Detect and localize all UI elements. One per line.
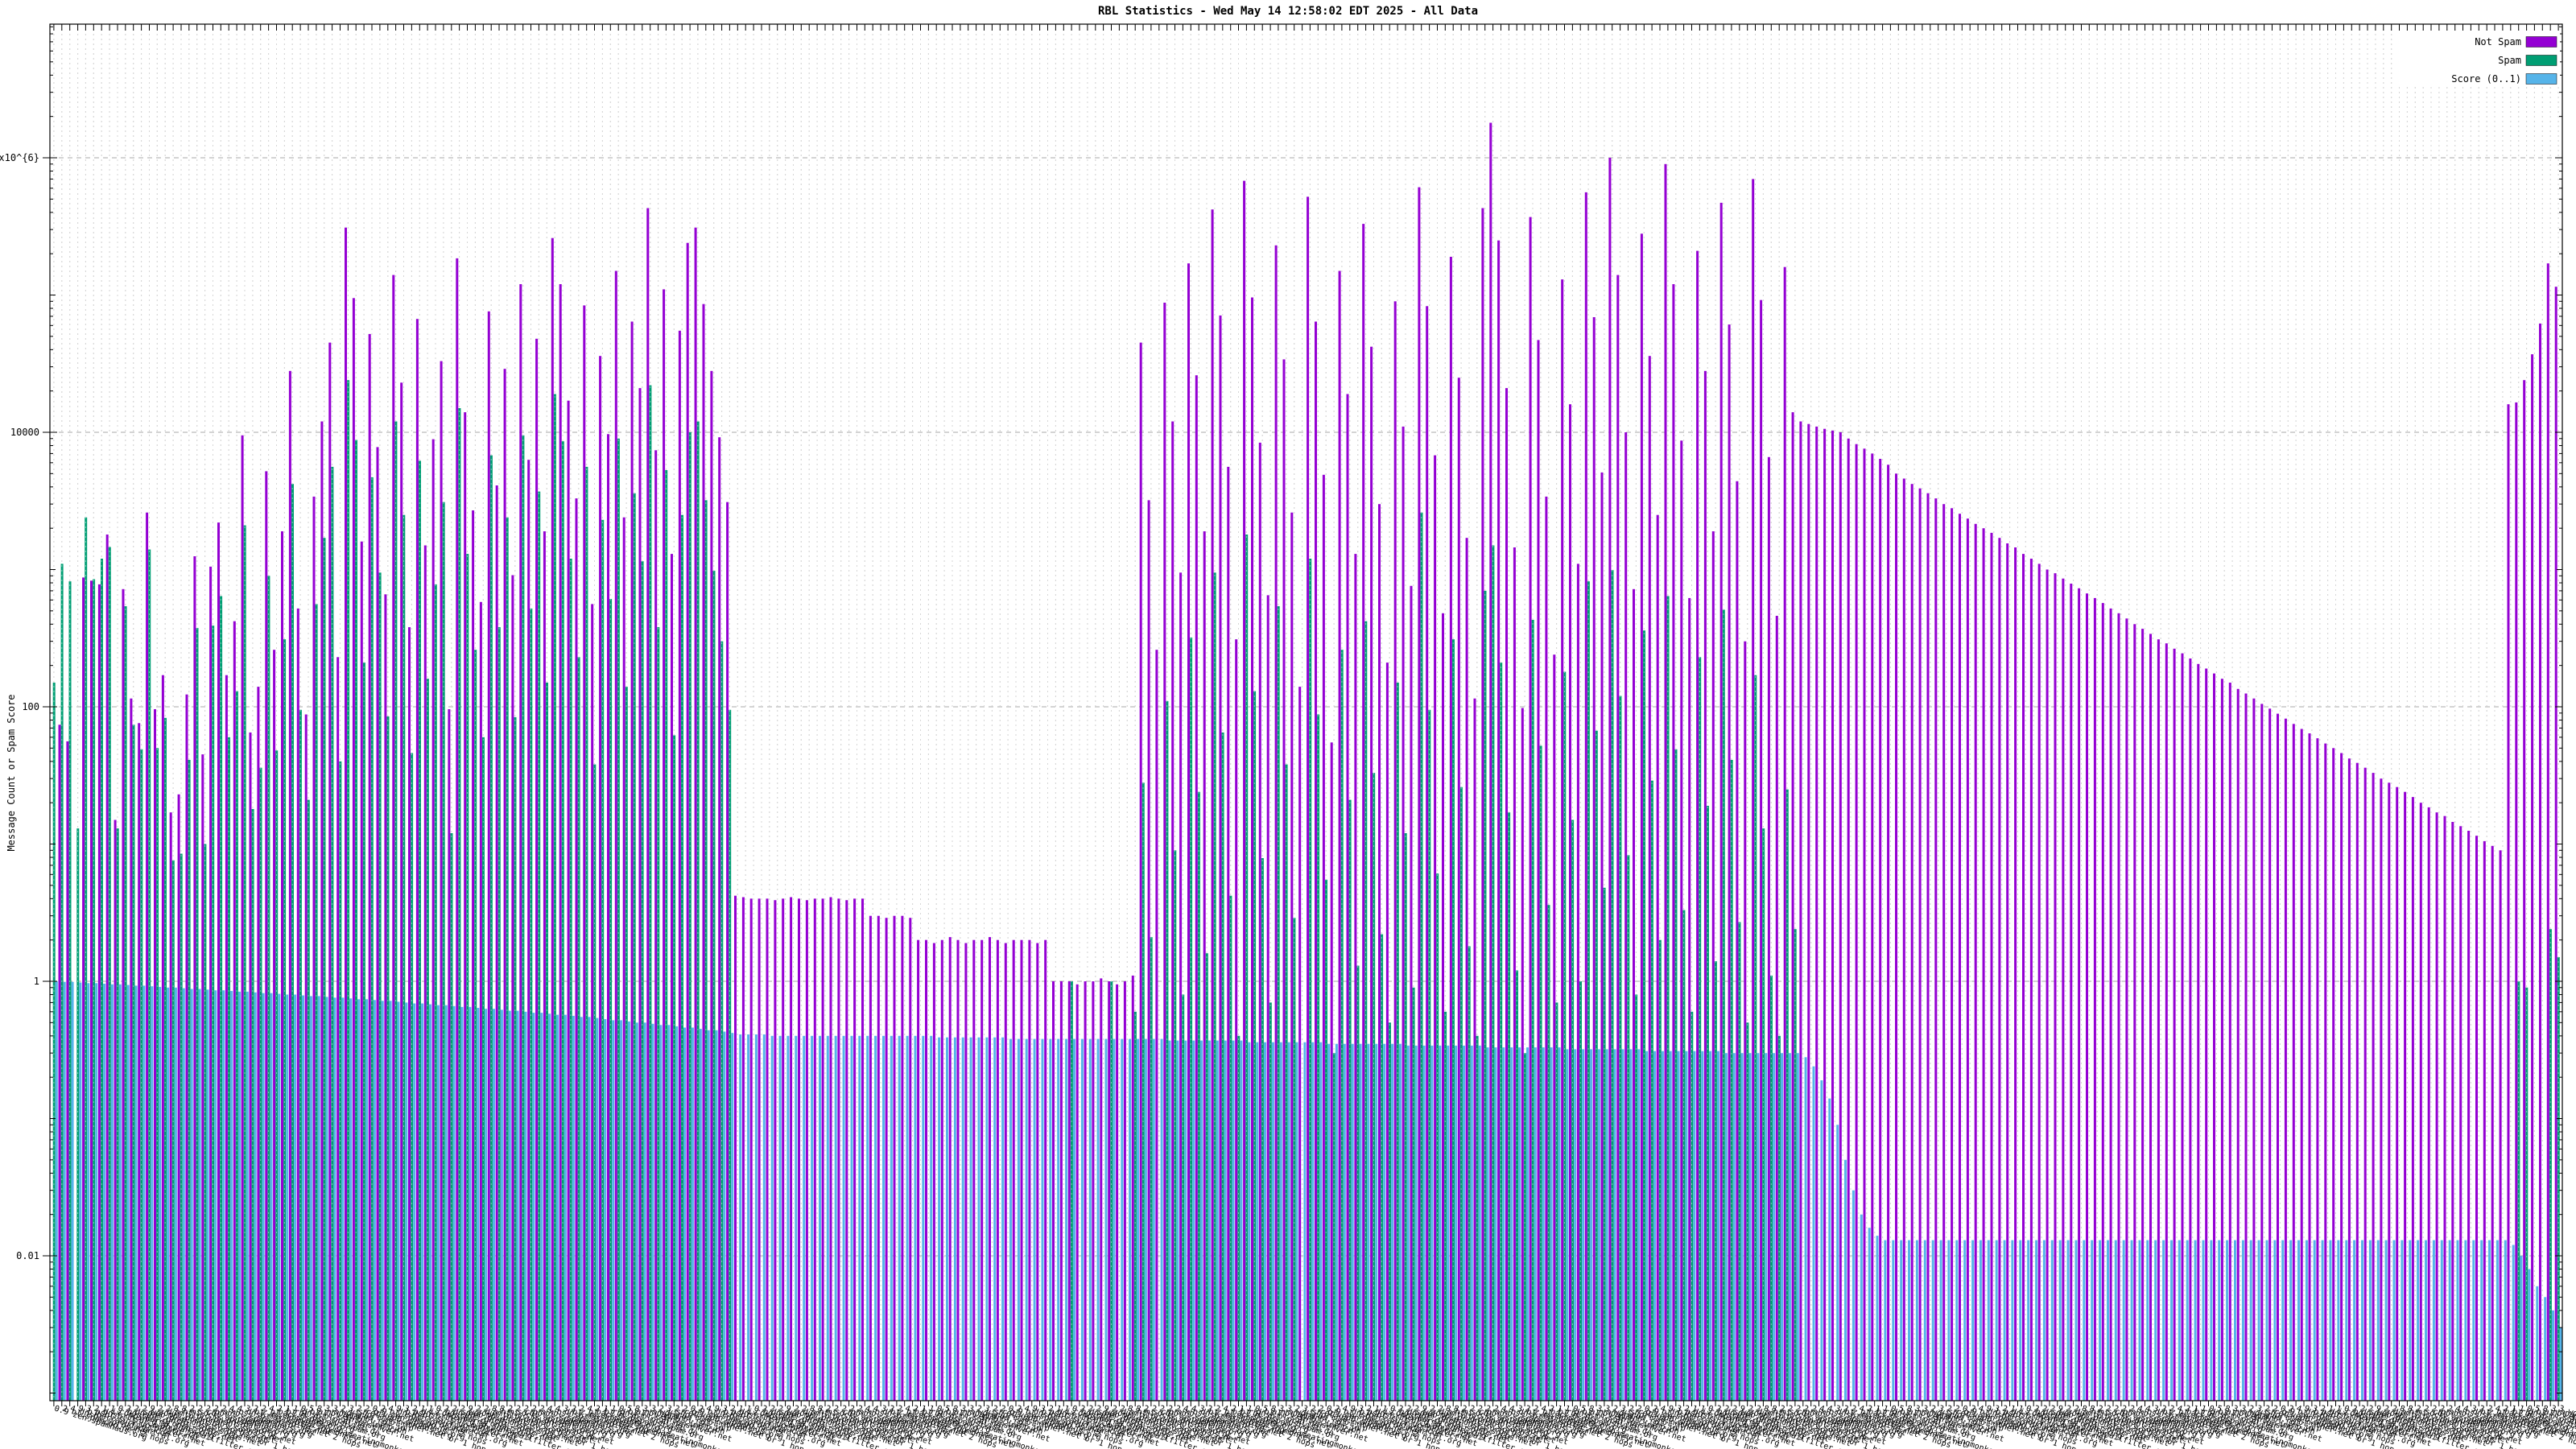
legend-swatch [2525,36,2557,47]
rbl-statistics-chart: 0.011100100001x10^{6}0.9 zen.spamhaus.or… [0,0,2576,1449]
plot-area: 0.011100100001x10^{6}0.9 zen.spamhaus.or… [0,0,2576,1449]
legend-label: Spam [2498,55,2521,66]
chart-title: RBL Statistics - Wed May 14 12:58:02 EDT… [1097,5,1478,18]
svg-text:1x10^{6}: 1x10^{6} [0,152,39,163]
legend-swatch [2525,55,2557,66]
svg-text:100: 100 [22,701,39,712]
svg-text:10000: 10000 [10,427,39,438]
legend-swatch [2525,73,2557,85]
svg-text:1: 1 [34,976,39,987]
legend-label: Not Spam [2475,36,2521,47]
legend-label: Score (0..1) [2451,73,2521,85]
svg-text:0.01: 0.01 [16,1250,39,1261]
y-axis-label: Message Count or Spam Score [6,694,17,852]
